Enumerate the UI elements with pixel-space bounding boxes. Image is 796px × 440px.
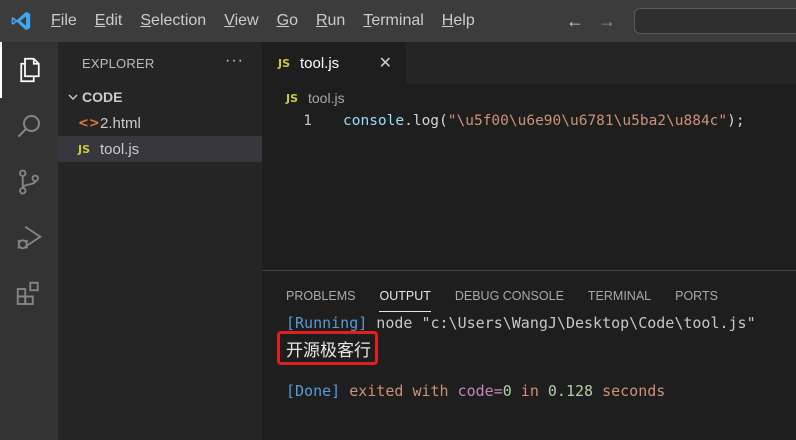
panel-tabs: PROBLEMS OUTPUT DEBUG CONSOLE TERMINAL P… bbox=[262, 283, 718, 312]
explorer-header: EXPLORER ··· bbox=[58, 42, 262, 84]
tab-ports[interactable]: PORTS bbox=[675, 283, 718, 309]
js-file-icon: JS bbox=[278, 56, 291, 70]
source-control-icon[interactable] bbox=[0, 154, 58, 210]
tab-label: tool.js bbox=[300, 54, 340, 72]
tab-debug-console[interactable]: DEBUG CONSOLE bbox=[455, 283, 564, 309]
menu-file[interactable]: File bbox=[42, 0, 86, 42]
activity-bar bbox=[0, 42, 58, 440]
code-line[interactable]: 1 console.log("\u5f00\u6e90\u6781\u5ba2\… bbox=[262, 110, 796, 132]
line-number: 1 bbox=[303, 113, 312, 129]
navigation-arrows: ← → bbox=[566, 0, 616, 42]
menu-run[interactable]: Run bbox=[307, 0, 354, 42]
editor-tabs: JS tool.js ✕ bbox=[262, 42, 796, 84]
folder-label: CODE bbox=[82, 89, 123, 105]
tab-terminal[interactable]: TERMINAL bbox=[588, 283, 651, 309]
breadcrumb-label: tool.js bbox=[308, 90, 345, 106]
file-label: tool.js bbox=[100, 140, 140, 158]
search-icon[interactable] bbox=[0, 98, 58, 154]
back-arrow-icon[interactable]: ← bbox=[566, 11, 584, 32]
chevron-down-icon bbox=[64, 91, 82, 103]
extensions-icon[interactable] bbox=[0, 266, 58, 322]
close-icon[interactable]: ✕ bbox=[379, 53, 392, 73]
menu-selection[interactable]: Selection bbox=[131, 0, 215, 42]
explorer-icon[interactable] bbox=[0, 42, 58, 98]
menu-help[interactable]: Help bbox=[433, 0, 484, 42]
command-center-search[interactable] bbox=[634, 8, 796, 34]
menu-go[interactable]: Go bbox=[268, 0, 307, 42]
run-debug-icon[interactable] bbox=[0, 210, 58, 266]
breadcrumb[interactable]: JS tool.js bbox=[286, 88, 345, 108]
output-done-line: [Done] exited with code=0 in 0.128 secon… bbox=[286, 382, 666, 400]
explorer-title: EXPLORER bbox=[82, 55, 155, 71]
file-item-tool-js[interactable]: JS tool.js bbox=[58, 136, 262, 162]
tab-tool-js[interactable]: JS tool.js ✕ bbox=[262, 42, 406, 84]
menu-edit[interactable]: Edit bbox=[86, 0, 132, 42]
more-actions-icon[interactable]: ··· bbox=[225, 52, 244, 70]
menu-terminal[interactable]: Terminal bbox=[354, 0, 432, 42]
html-file-icon: <> bbox=[78, 115, 100, 131]
js-file-icon: JS bbox=[286, 91, 299, 105]
file-label: 2.html bbox=[100, 114, 141, 132]
menu-bar: File Edit Selection View Go Run Terminal… bbox=[42, 0, 484, 42]
folder-code[interactable]: CODE bbox=[58, 84, 262, 110]
title-bar: File Edit Selection View Go Run Terminal… bbox=[0, 0, 796, 42]
vscode-logo-icon bbox=[0, 0, 42, 42]
forward-arrow-icon[interactable]: → bbox=[598, 11, 616, 32]
code-text[interactable]: console.log("\u5f00\u6e90\u6781\u5ba2\u8… bbox=[343, 113, 745, 129]
js-file-icon: JS bbox=[78, 142, 91, 156]
file-item-2-html[interactable]: <> 2.html bbox=[58, 110, 262, 136]
tab-problems[interactable]: PROBLEMS bbox=[286, 283, 355, 309]
tab-output[interactable]: OUTPUT bbox=[379, 283, 432, 312]
output-result-text: 开源极客行 bbox=[286, 341, 371, 361]
explorer-sidebar: EXPLORER ··· CODE <> 2.html JS tool.js bbox=[58, 42, 262, 440]
output-running-line: [Running] node "c:\Users\WangJ\Desktop\C… bbox=[286, 314, 756, 332]
menu-view[interactable]: View bbox=[215, 0, 267, 42]
